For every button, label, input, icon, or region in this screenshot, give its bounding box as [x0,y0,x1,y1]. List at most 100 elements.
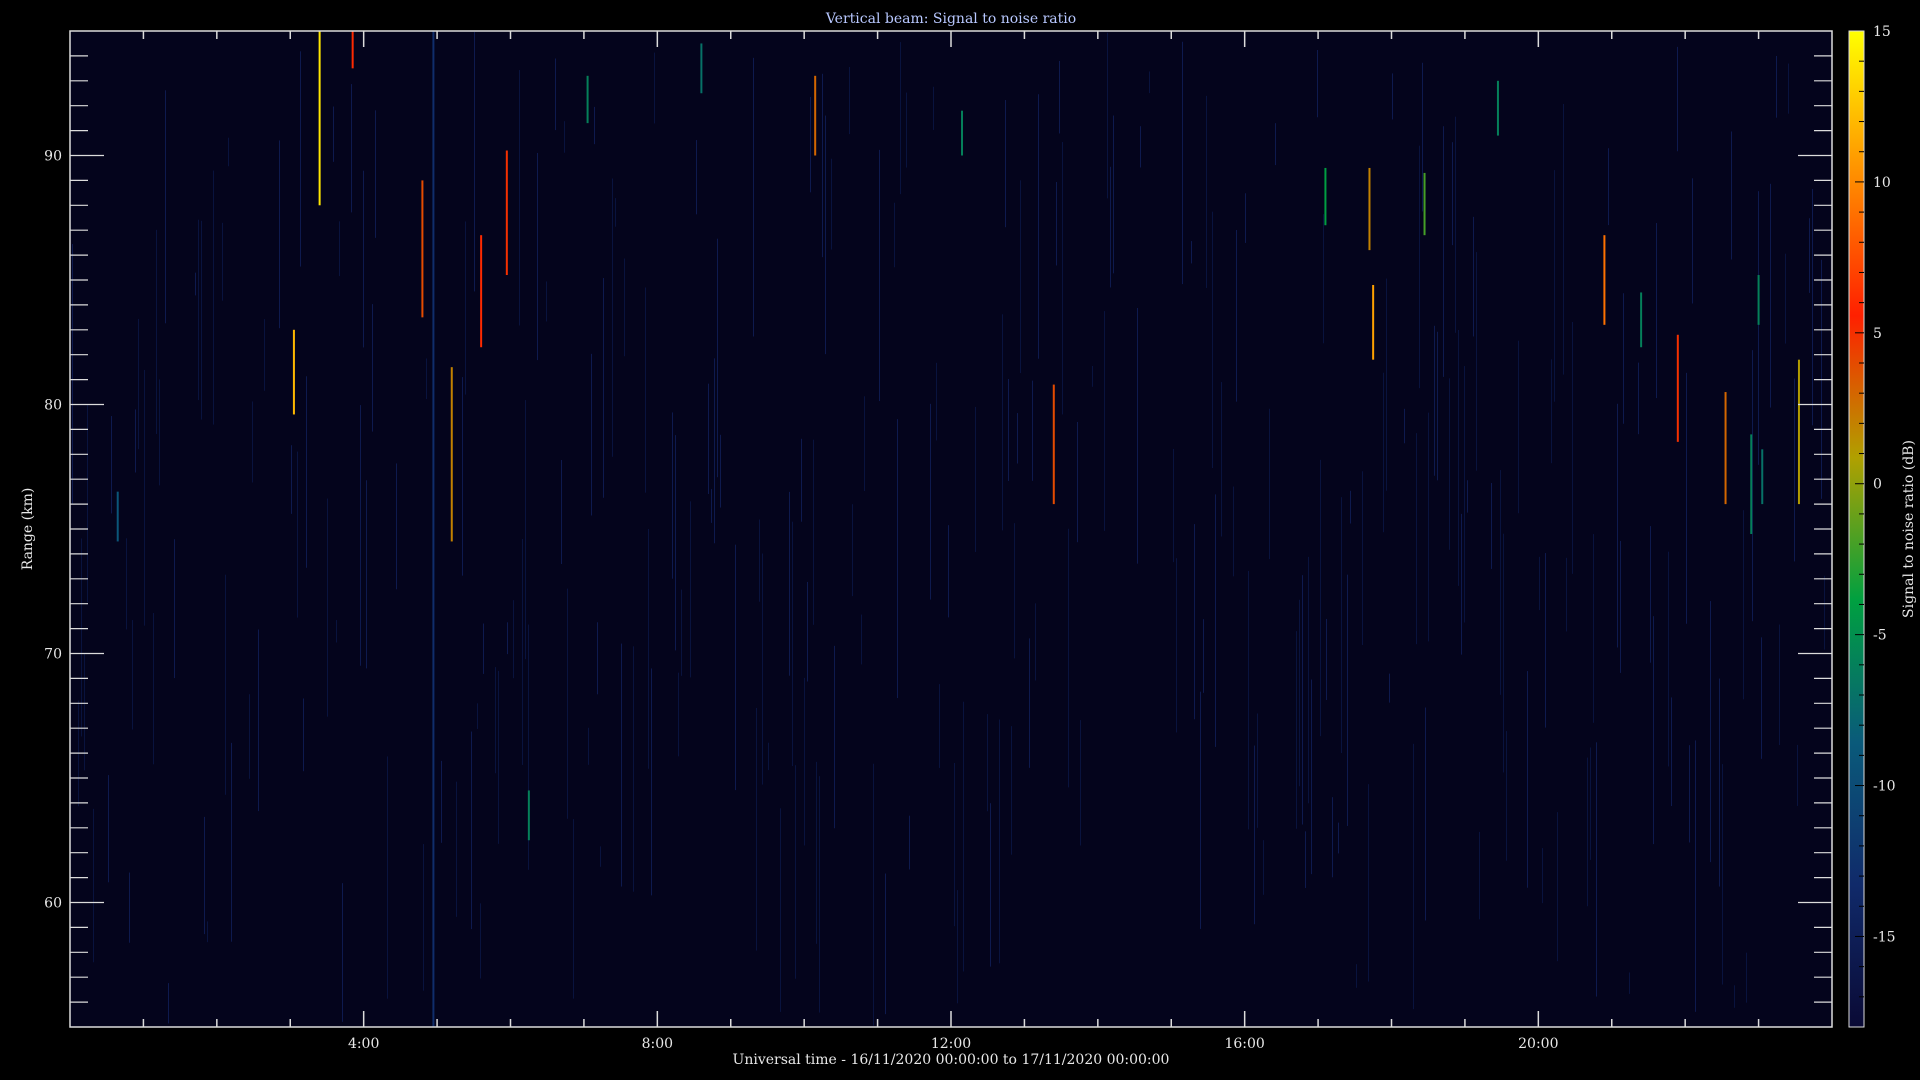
echo-mark [450,367,453,542]
noise-streak [264,319,265,391]
noise-streak [807,581,808,682]
noise-streak [1362,471,1363,645]
noise-streak [1638,362,1639,435]
noise-streak [1596,742,1597,997]
snr-chart: Vertical beam: Signal to noise ratio 4:0… [20,11,1917,1068]
noise-streak [1458,329,1459,586]
noise-streak [1200,691,1201,929]
noise-streak [1386,278,1387,491]
noise-streak [483,623,484,674]
noise-streak [1455,116,1456,333]
noise-streak [1428,412,1429,642]
noise-streak [1077,421,1078,543]
noise-streak [1254,745,1255,925]
noise-streak [1416,433,1417,645]
noise-streak [1503,533,1504,773]
noise-streak [1437,331,1438,481]
noise-streak [810,96,811,193]
colorbar-tick-label: 10 [1873,175,1891,191]
noise-streak [327,498,328,717]
noise-streak [822,73,823,258]
noise-streak [1587,757,1588,907]
x-tick-label: 20:00 [1518,1036,1558,1052]
x-tick-label: 16:00 [1224,1036,1264,1052]
noise-streak [1686,372,1687,624]
noise-streak [1005,100,1006,228]
noise-streak [297,451,298,618]
noise-streak [1092,365,1093,387]
noise-streak [1140,126,1141,168]
noise-streak [567,588,568,819]
noise-streak [111,416,112,514]
noise-streak [1302,575,1303,825]
echo-mark [1640,292,1643,348]
noise-streak [1464,366,1465,623]
noise-streak [957,890,958,1004]
noise-streak [1692,178,1693,304]
noise-streak [360,405,361,666]
noise-streak [1320,459,1321,737]
noise-streak [717,238,718,478]
noise-streak [1731,131,1732,260]
noise-streak [681,589,682,676]
noise-streak [1035,603,1036,681]
noise-streak [342,883,343,1022]
noise-streak [555,58,556,131]
noise-streak [714,358,715,544]
noise-streak [1443,126,1444,377]
noise-streak [1104,311,1105,531]
noise-streak [1017,413,1018,464]
noise-streak [1794,378,1795,562]
noise-streak [156,229,157,434]
noise-streak [1539,556,1540,611]
noise-streak [477,703,478,729]
noise-streak [795,765,796,979]
echo-mark [1603,235,1606,325]
noise-streak [1275,123,1276,166]
noise-streak [1263,840,1264,895]
noise-streak [1347,574,1348,826]
y-tick-label: 60 [44,896,62,912]
colorbar-gradient [1849,31,1864,1027]
noise-streak [1689,745,1690,843]
noise-streak [1308,556,1309,804]
noise-streak [1215,494,1216,747]
noise-streak [303,698,304,772]
noise-streak [204,816,205,935]
echo-mark [1761,449,1764,505]
noise-streak [753,57,754,337]
noise-streak [339,221,340,277]
noise-streak [198,219,199,401]
noise-streak [708,383,709,494]
noise-streak [1557,812,1558,962]
noise-streak [864,396,865,492]
noise-streak [873,763,874,1026]
noise-streak [897,419,898,699]
noise-streak [975,406,976,552]
noise-streak [1668,551,1669,767]
noise-streak [1413,743,1414,1010]
noise-streak [573,819,574,999]
noise-streak [651,668,652,896]
noise-streak [1356,964,1357,988]
echo-mark [292,329,295,415]
noise-streak [108,775,109,883]
noise-streak [159,379,160,486]
colorbar-tick-label: -15 [1873,929,1896,945]
chart-title: Vertical beam: Signal to noise ratio [825,11,1076,27]
noise-streak [1824,575,1825,650]
noise-streak [654,52,655,124]
echo-mark [1797,359,1800,505]
colorbar-tick-label: 5 [1873,326,1882,342]
noise-streak [1797,744,1798,806]
echo-mark [700,43,703,94]
noise-streak [720,434,721,508]
noise-streak [222,222,223,301]
noise-streak [1080,720,1081,846]
noise-streak [813,439,814,625]
noise-streak [1572,321,1573,574]
noise-streak [441,760,442,843]
noise-streak [885,873,886,1015]
noise-streak [1296,631,1297,829]
noise-streak [1449,378,1450,550]
